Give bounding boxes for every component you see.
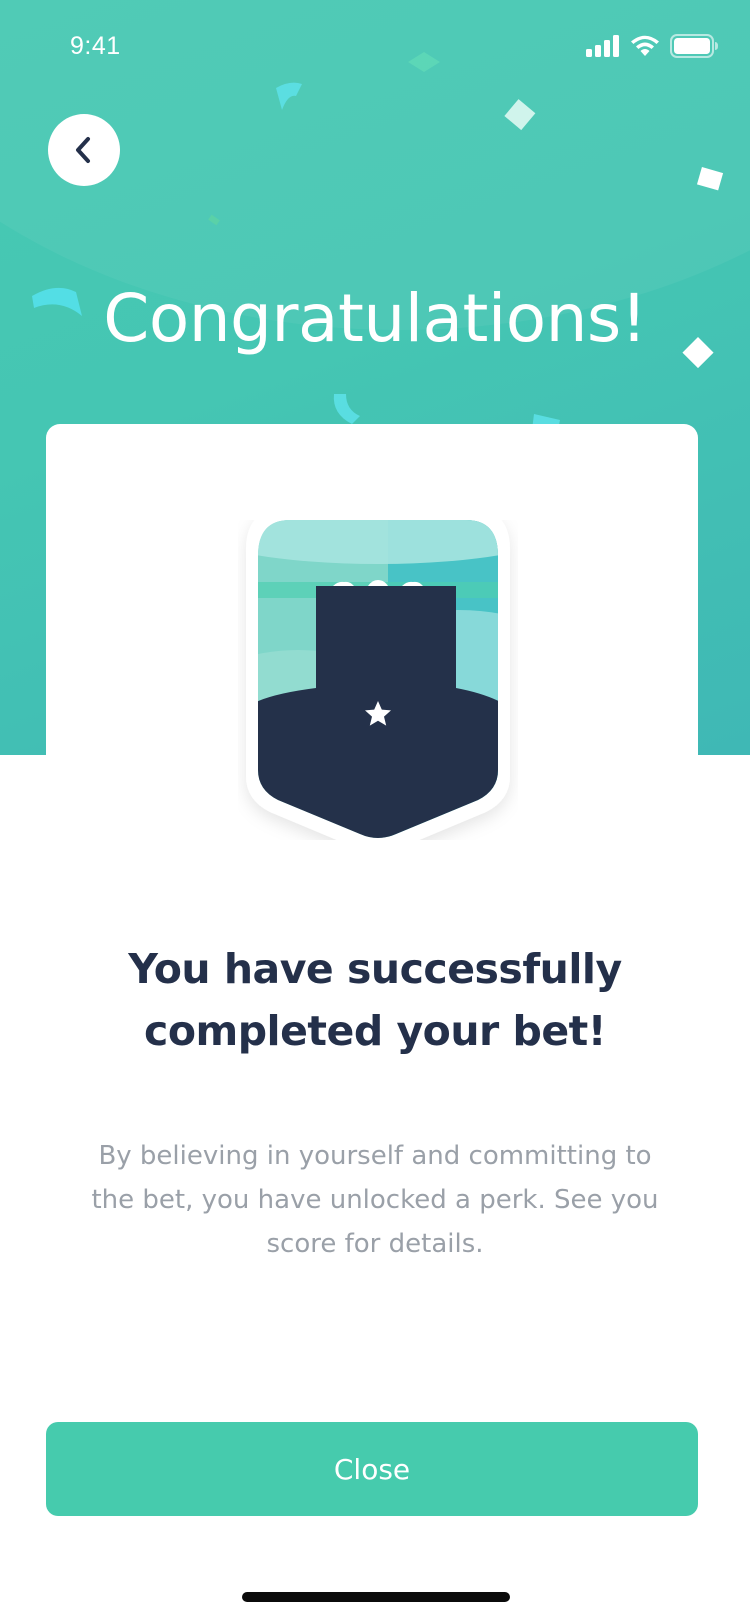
- home-indicator: [242, 1592, 510, 1602]
- status-icons: [586, 34, 718, 58]
- confetti-piece: [696, 167, 724, 191]
- confetti-piece: [208, 214, 220, 226]
- confetti-piece: [333, 394, 360, 424]
- success-headline: You have successfully completed your bet…: [128, 945, 622, 1055]
- page-title: Congratulations!: [103, 280, 647, 357]
- confetti-piece: [504, 99, 536, 131]
- close-button[interactable]: Close: [46, 1422, 698, 1516]
- success-description: By believing in yourself and committing …: [91, 1141, 659, 1259]
- battery-icon: [670, 34, 718, 58]
- status-time: 9:41: [70, 32, 121, 60]
- status-bar: 9:41: [0, 0, 750, 96]
- back-button[interactable]: [48, 114, 120, 186]
- chevron-left-icon: [76, 137, 90, 163]
- badge-graphic: [246, 508, 510, 853]
- cellular-signal-icon: [586, 35, 619, 57]
- achievement-badge: [238, 508, 518, 853]
- wifi-icon: [631, 35, 659, 56]
